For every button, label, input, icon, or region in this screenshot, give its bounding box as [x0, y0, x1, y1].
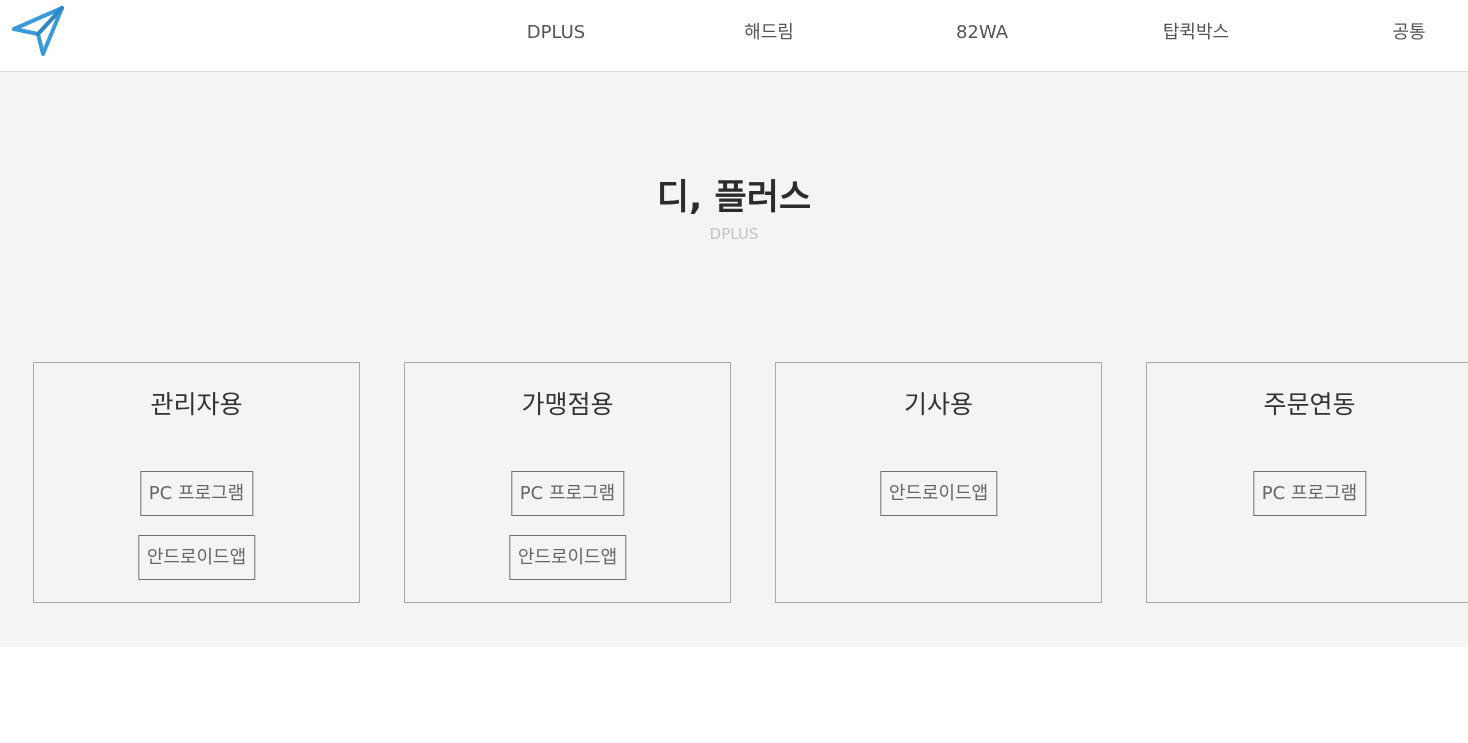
- pc-program-button[interactable]: PC 프로그램: [510, 471, 625, 516]
- top-navigation-bar: DPLUS 해드림 82WA 탑퀵박스 공통: [0, 0, 1468, 72]
- nav-item-82wa[interactable]: 82WA: [956, 20, 1008, 46]
- android-app-button[interactable]: 안드로이드앱: [879, 471, 998, 516]
- card-admin: 관리자용 PC 프로그램 안드로이드앱: [33, 362, 360, 603]
- nav-item-topquickbox[interactable]: 탑퀵박스: [1163, 20, 1229, 46]
- page-subtitle: DPLUS: [709, 225, 759, 243]
- android-app-button[interactable]: 안드로이드앱: [508, 535, 627, 580]
- nav-item-dplus[interactable]: DPLUS: [527, 20, 585, 46]
- nav-item-common[interactable]: 공통: [1392, 20, 1425, 46]
- card-title: 가맹점용: [521, 390, 614, 419]
- card-order-integration: 주문연동 PC 프로그램: [1146, 362, 1468, 603]
- card-title: 주문연동: [1263, 390, 1356, 419]
- card-driver: 기사용 안드로이드앱: [775, 362, 1102, 603]
- android-app-button[interactable]: 안드로이드앱: [137, 535, 256, 580]
- pc-program-button[interactable]: PC 프로그램: [1252, 471, 1367, 516]
- nav-item-haedream[interactable]: 해드림: [744, 20, 794, 46]
- paper-plane-icon[interactable]: [10, 4, 66, 60]
- card-franchise: 가맹점용 PC 프로그램 안드로이드앱: [404, 362, 731, 603]
- card-title: 관리자용: [150, 390, 243, 419]
- card-title: 기사용: [903, 390, 973, 419]
- hero-section: 디, 플러스 DPLUS 관리자용 PC 프로그램 안드로이드앱 가맹점용 PC…: [0, 72, 1468, 647]
- page-title: 디, 플러스: [656, 178, 812, 218]
- pc-program-button[interactable]: PC 프로그램: [139, 471, 254, 516]
